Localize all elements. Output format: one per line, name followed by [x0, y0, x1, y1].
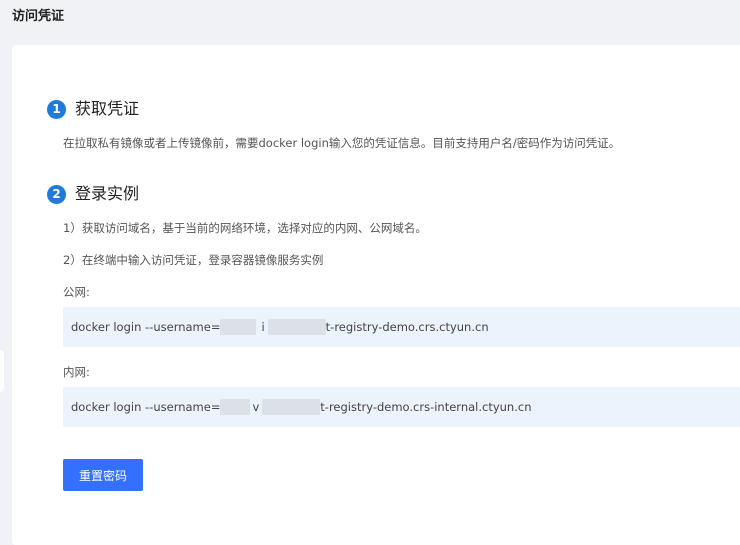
redacted-registry-host — [262, 399, 321, 415]
public-network-label: 公网: — [63, 285, 90, 299]
public-login-command-box[interactable]: docker login --username= i t-registry-de… — [63, 307, 740, 347]
internal-cmd-mid: v — [252, 400, 260, 414]
step-1-title: 获取凭证 — [75, 99, 140, 118]
side-drawer-handle[interactable] — [0, 350, 4, 392]
step-1-badge: 1 — [47, 99, 66, 119]
credentials-card: 1 获取凭证 在拉取私有镜像或者上传镜像前，需要docker login输入您的… — [12, 45, 740, 545]
public-login-command[interactable]: docker login --username= i t-registry-de… — [71, 319, 489, 335]
step-2-header: 2 登录实例 — [47, 183, 139, 205]
step-2-instruction-2: 2）在终端中输入访问凭证，登录容器镜像服务实例 — [63, 253, 324, 267]
internal-cmd-prefix: docker login --username= — [71, 400, 221, 414]
step-1-header: 1 获取凭证 — [47, 98, 139, 120]
reset-password-button[interactable]: 重置密码 — [63, 459, 143, 491]
step-2-title: 登录实例 — [75, 184, 140, 203]
internal-cmd-suffix: t-registry-demo.crs-internal.ctyun.cn — [320, 400, 532, 414]
public-cmd-mid: i — [261, 320, 265, 334]
internal-login-command[interactable]: docker login --username= v t-registry-de… — [71, 399, 532, 415]
page-header: 访问凭证 — [0, 0, 740, 36]
page-title: 访问凭证 — [12, 9, 65, 24]
internal-login-command-box[interactable]: docker login --username= v t-registry-de… — [63, 387, 740, 427]
step-1-description: 在拉取私有镜像或者上传镜像前，需要docker login输入您的凭证信息。目前… — [63, 136, 621, 150]
public-cmd-suffix: t-registry-demo.crs.ctyun.cn — [325, 320, 489, 334]
redacted-username — [220, 399, 251, 415]
internal-network-label: 内网: — [63, 365, 90, 379]
redacted-username — [220, 319, 257, 335]
redacted-registry-host — [267, 319, 326, 335]
step-2-badge: 2 — [47, 184, 66, 204]
step-2-instruction-1: 1）获取访问域名，基于当前的网络环境，选择对应的内网、公网域名。 — [63, 221, 427, 235]
public-cmd-prefix: docker login --username= — [71, 320, 221, 334]
